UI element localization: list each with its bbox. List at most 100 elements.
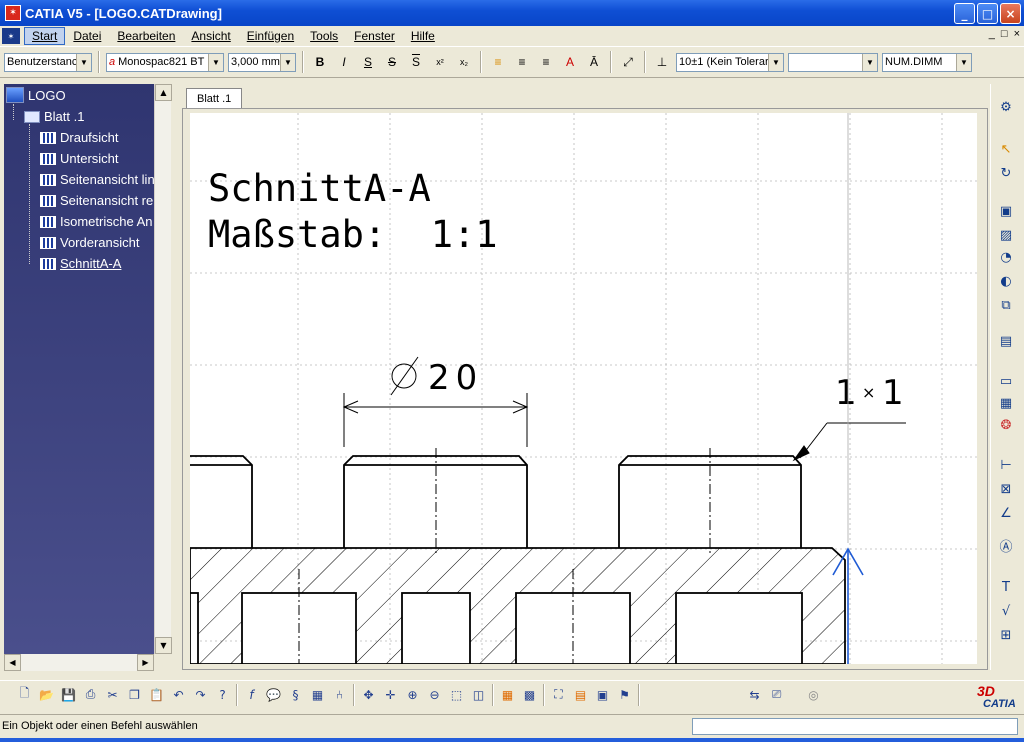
tree-icon[interactable]: ⑃ [329, 685, 350, 705]
knowledge-icon[interactable]: ◎ [803, 685, 824, 705]
close-button[interactable]: × [1000, 3, 1021, 24]
strikethrough-button[interactable]: S [382, 52, 402, 72]
menu-einfuegen[interactable]: Einfügen [239, 27, 302, 45]
chamfer-value-b[interactable]: 1 [882, 373, 904, 413]
bold-button[interactable]: B [310, 52, 330, 72]
open-folder-icon[interactable]: 📂 [36, 685, 57, 705]
drawing-svg[interactable]: SchnittA-A Maßstab: 1:1 20 1 × 1 [190, 113, 977, 664]
text-color-icon[interactable]: A [560, 52, 580, 72]
align-center-icon[interactable]: ≡ [512, 52, 532, 72]
cut-icon[interactable]: ✂ [102, 685, 123, 705]
fit-all-icon[interactable]: ✥ [358, 685, 379, 705]
maximize-button[interactable]: □ [977, 3, 998, 24]
circle-icon[interactable]: ❂ [995, 416, 1017, 434]
dimension-edit-icon[interactable]: ⊠ [995, 480, 1017, 498]
tree-view-seitenansicht-rechts[interactable]: Seitenansicht re [40, 193, 153, 208]
dimensions-icon[interactable]: ⊢ [995, 456, 1017, 474]
subscript-button[interactable]: x₂ [454, 52, 474, 72]
chevron-down-icon[interactable]: ▼ [208, 53, 223, 71]
tree-view-isometrisch[interactable]: Isometrische An [40, 214, 153, 229]
tolerance-combo[interactable]: 10±1 (Kein Tolerar ▼ [676, 52, 784, 72]
snap-grid-icon[interactable]: ▩ [519, 685, 540, 705]
font-size-combo[interactable]: 3,000 mm ▼ [228, 52, 296, 72]
front-view-icon[interactable]: ▣ [995, 202, 1017, 220]
diameter-value-text[interactable]: 20 [428, 358, 483, 398]
menu-fenster[interactable]: Fenster [346, 27, 403, 45]
roughness-symbol-icon[interactable]: √ [995, 602, 1017, 620]
chevron-down-icon[interactable]: ▼ [956, 53, 971, 71]
new-file-icon[interactable]: 🗋 [14, 685, 35, 705]
paste-icon[interactable]: 📋 [146, 685, 167, 705]
style-combo[interactable]: Benutzerstanc ▼ [4, 52, 92, 72]
chamfer-value-a[interactable]: 1 [835, 373, 857, 413]
scroll-down-icon[interactable]: ▼ [155, 637, 172, 654]
camera-icon[interactable]: ⎚ [766, 685, 787, 705]
menu-ansicht[interactable]: Ansicht [183, 27, 238, 45]
frame-icon[interactable]: ▦ [995, 394, 1017, 412]
clipping-view-icon[interactable]: ◐ [995, 272, 1017, 290]
dimension-type-icon[interactable]: ⊥ [652, 52, 672, 72]
align-left-icon[interactable]: ≡ [488, 52, 508, 72]
drafting-workbench-icon[interactable]: ⚙ [995, 98, 1017, 116]
align-right-icon[interactable]: ≡ [536, 52, 556, 72]
menu-hilfe[interactable]: Hilfe [403, 27, 443, 45]
numeric-format-combo[interactable]: NUM.DIMM ▼ [882, 52, 972, 72]
doc-close-button[interactable]: × [1014, 28, 1020, 40]
tree-root-logo[interactable]: LOGO [6, 87, 66, 103]
catia-app-icon[interactable]: ✶ [5, 5, 21, 21]
undo-icon[interactable]: ↶ [168, 685, 189, 705]
table-icon[interactable]: ⊞ [995, 626, 1017, 644]
tree-view-schnitt-aa[interactable]: SchnittA-A [40, 256, 121, 271]
show-constraints-icon[interactable]: ⛶ [548, 685, 569, 705]
text-icon[interactable]: T [995, 578, 1017, 596]
section-view-icon[interactable]: ▨ [995, 226, 1017, 244]
chevron-down-icon[interactable]: ▼ [280, 53, 295, 71]
angle-dimension-icon[interactable]: ∠ [995, 504, 1017, 522]
view-wizard-icon[interactable]: ⧉ [995, 296, 1017, 314]
redo-icon[interactable]: ↷ [190, 685, 211, 705]
doc-minimize-button[interactable]: _ [989, 28, 995, 40]
underline-button[interactable]: S [358, 52, 378, 72]
zoom-in-icon[interactable]: ⊕ [402, 685, 423, 705]
tree-sheet[interactable]: Blatt .1 [24, 109, 84, 124]
formula-icon[interactable]: f [241, 685, 262, 705]
zoom-out-icon[interactable]: ⊖ [424, 685, 445, 705]
rectangle-icon[interactable]: ▭ [995, 372, 1017, 390]
copy-icon[interactable]: ❐ [124, 685, 145, 705]
scroll-right-icon[interactable]: ▶ [137, 654, 154, 671]
italic-button[interactable]: I [334, 52, 354, 72]
filter-icon[interactable]: ⚑ [614, 685, 635, 705]
view-scale-text[interactable]: Maßstab: 1:1 [208, 213, 498, 256]
menu-bearbeiten[interactable]: Bearbeiten [109, 27, 183, 45]
position-view-icon[interactable]: ⇆ [744, 685, 765, 705]
view-frame-icon[interactable]: ▣ [592, 685, 613, 705]
menu-tools[interactable]: Tools [302, 27, 346, 45]
pan-icon[interactable]: ✛ [380, 685, 401, 705]
text-frame-icon[interactable]: Ā [584, 52, 604, 72]
menu-start[interactable]: Start [24, 27, 66, 45]
minimize-button[interactable]: _ [954, 3, 975, 24]
power-input-field[interactable] [692, 718, 1018, 735]
select-cursor-icon[interactable]: ↖ [995, 140, 1017, 158]
update-icon[interactable]: ↻ [995, 164, 1017, 182]
chevron-down-icon[interactable]: ▼ [76, 53, 91, 71]
overline-button[interactable]: S [406, 52, 426, 72]
document-icon[interactable]: ✶ [2, 28, 20, 44]
tree-view-seitenansicht-links[interactable]: Seitenansicht lin [40, 172, 154, 187]
chevron-down-icon[interactable]: ▼ [768, 53, 783, 71]
drawing-canvas[interactable]: SchnittA-A Maßstab: 1:1 20 1 × 1 [190, 113, 977, 664]
grid-icon[interactable]: ▦ [497, 685, 518, 705]
whats-this-icon[interactable]: ? [212, 685, 233, 705]
tree-view-untersicht[interactable]: Untersicht [40, 151, 119, 166]
tree-vertical-scrollbar[interactable]: ▲ ▼ [154, 84, 172, 654]
normal-view-icon[interactable]: ◫ [468, 685, 489, 705]
tree-horizontal-scrollbar[interactable]: ◀ ▶ [4, 654, 154, 671]
view-title-text[interactable]: SchnittA-A [208, 167, 431, 210]
tree-view-draufsicht[interactable]: Draufsicht [40, 130, 119, 145]
part-geometry[interactable] [190, 455, 846, 664]
doc-restore-button[interactable]: □ [1001, 28, 1008, 40]
font-combo[interactable]: a Monospac821 BT ▼ [106, 52, 224, 72]
tab-blatt-1[interactable]: Blatt .1 [186, 88, 243, 108]
analysis-display-icon[interactable]: ▤ [570, 685, 591, 705]
chevron-down-icon[interactable]: ▼ [862, 53, 877, 71]
